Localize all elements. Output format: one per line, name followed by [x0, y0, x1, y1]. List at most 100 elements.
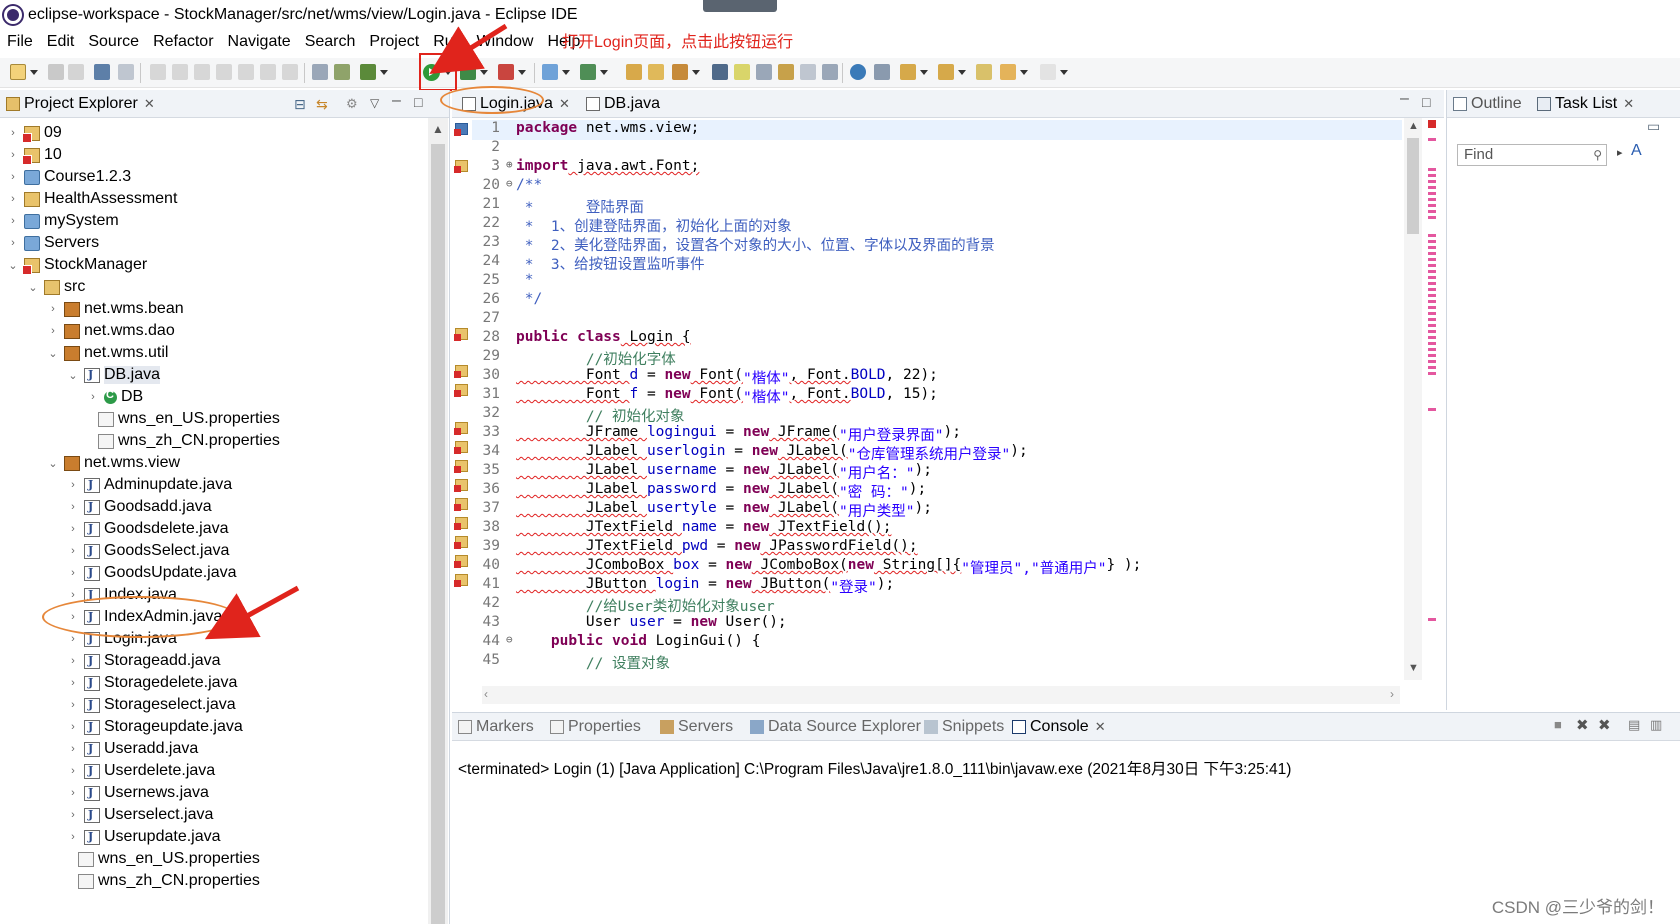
coverage-icon[interactable]	[334, 64, 350, 80]
close-icon[interactable]: ✕	[1623, 96, 1634, 112]
explorer-scrollbar[interactable]: ▲	[428, 118, 448, 924]
close-icon[interactable]: ✕	[1095, 719, 1106, 735]
expand-icon[interactable]: ›	[66, 523, 80, 535]
search-icon[interactable]: ⚲	[1593, 145, 1602, 165]
tree-item-java-file[interactable]: › GoodsSelect.java	[0, 540, 428, 562]
ruler-mark[interactable]	[1428, 300, 1436, 303]
ruler-mark[interactable]	[1428, 180, 1436, 183]
expand-icon[interactable]: ›	[46, 325, 60, 337]
last-edit-icon[interactable]	[976, 64, 992, 80]
expand-icon[interactable]: ›	[66, 765, 80, 777]
tree-item-db-class[interactable]: › DB	[0, 386, 428, 408]
run-coverage-icon[interactable]	[460, 64, 476, 80]
scrollbar-thumb[interactable]	[431, 144, 445, 924]
tree-item-servers[interactable]: › Servers	[0, 232, 428, 254]
tree-item-login-java[interactable]: ›Login.java	[0, 628, 428, 650]
step-over-icon[interactable]	[260, 64, 276, 80]
collapse-icon[interactable]: ⌄	[6, 259, 20, 272]
ruler-mark[interactable]	[1428, 258, 1436, 261]
ruler-mark[interactable]	[1428, 168, 1436, 171]
ruler-mark[interactable]	[1428, 246, 1436, 249]
tree-item-java-file[interactable]: › GoodsUpdate.java	[0, 562, 428, 584]
debug-icon[interactable]	[360, 64, 376, 80]
activate-link[interactable]: A	[1631, 142, 1642, 160]
new-icon[interactable]	[10, 64, 26, 80]
ruler-mark[interactable]	[1428, 174, 1436, 177]
ruler-mark[interactable]	[1428, 348, 1436, 351]
tab-markers[interactable]: Markers	[458, 718, 534, 736]
collapse-icon[interactable]: ⌄	[26, 281, 40, 294]
expand-icon[interactable]: ›	[66, 567, 80, 579]
overview-ruler[interactable]	[1422, 118, 1442, 678]
tree-item-10[interactable]: › 10	[0, 144, 428, 166]
expand-icon[interactable]: ›	[6, 127, 20, 139]
tree-item-package-bean[interactable]: › net.wms.bean	[0, 298, 428, 320]
tree-item-package-dao[interactable]: › net.wms.dao	[0, 320, 428, 342]
tree-item-package-util[interactable]: ⌄ net.wms.util	[0, 342, 428, 364]
expand-icon[interactable]: ›	[66, 809, 80, 821]
scroll-down-icon[interactable]: ▼	[1408, 662, 1419, 674]
new-dropdown-icon[interactable]	[30, 70, 38, 75]
new-task-icon[interactable]: ▭	[1647, 118, 1660, 135]
scroll-left-icon[interactable]: ‹	[484, 687, 488, 701]
expand-icon[interactable]: ›	[66, 721, 80, 733]
tree-item-java-file[interactable]: › Userselect.java	[0, 804, 428, 826]
scroll-right-icon[interactable]: ›	[1390, 687, 1394, 701]
expand-icon[interactable]: ›	[86, 391, 100, 403]
new-java-dropdown-icon[interactable]	[562, 70, 570, 75]
maximize-icon[interactable]: □	[414, 94, 422, 110]
disconnect-icon[interactable]	[216, 64, 232, 80]
expand-icon[interactable]: ›	[66, 743, 80, 755]
close-icon[interactable]: ✕	[144, 96, 155, 112]
error-marker-icon[interactable]	[454, 517, 468, 530]
expand-icon[interactable]: ›	[66, 831, 80, 843]
expand-icon[interactable]: ›	[66, 677, 80, 689]
menu-navigate[interactable]: Navigate	[228, 33, 291, 51]
open-folder-icon[interactable]	[648, 64, 664, 80]
tab-servers[interactable]: Servers	[660, 718, 733, 736]
tree-item-java-file[interactable]: › Adminupdate.java	[0, 474, 428, 496]
expand-icon[interactable]: ›	[6, 171, 20, 183]
tree-item-properties-en[interactable]: wns_en_US.properties	[0, 408, 428, 430]
error-marker-icon[interactable]	[454, 328, 468, 341]
ruler-mark[interactable]	[1428, 282, 1436, 285]
ruler-mark[interactable]	[1428, 360, 1436, 363]
ruler-mark[interactable]	[1428, 372, 1436, 375]
ruler-mark[interactable]	[1428, 192, 1436, 195]
filter-icon[interactable]: ⚙	[346, 96, 358, 112]
menu-window[interactable]: Window	[477, 33, 534, 51]
scrollbar-thumb[interactable]	[1407, 138, 1419, 234]
search-tools-icon[interactable]	[672, 64, 688, 80]
fold-expand-icon[interactable]: ⊕	[506, 158, 516, 178]
prev-annotation-icon[interactable]	[938, 64, 954, 80]
tree-item-properties-zh[interactable]: wns_zh_CN.properties	[0, 870, 428, 892]
menu-edit[interactable]: Edit	[47, 33, 75, 51]
expand-icon[interactable]: ›	[66, 479, 80, 491]
terminate-icon[interactable]: ■	[1554, 717, 1562, 732]
terminal-icon[interactable]	[94, 64, 110, 80]
clear-console-icon[interactable]: ▤	[1628, 717, 1640, 733]
ruler-mark[interactable]	[1428, 288, 1436, 291]
ruler-mark[interactable]	[1428, 618, 1436, 621]
scroll-up-icon[interactable]: ▲	[432, 122, 444, 136]
new-class-icon[interactable]	[580, 64, 596, 80]
expand-icon[interactable]: ›	[6, 149, 20, 161]
collapse-icon[interactable]: ⌄	[46, 457, 60, 470]
tree-item-java-file[interactable]: › Userupdate.java	[0, 826, 428, 848]
next-annotation-dropdown-icon[interactable]	[920, 70, 928, 75]
resume-icon[interactable]	[150, 64, 166, 80]
error-marker-icon[interactable]	[454, 384, 468, 397]
tab-properties[interactable]: Properties	[550, 718, 641, 736]
tab-project-explorer[interactable]: Project Explorer ✕	[6, 95, 155, 113]
warning-marker-icon[interactable]	[454, 123, 468, 136]
tree-item-java-file[interactable]: › Storagedelete.java	[0, 672, 428, 694]
ruler-mark[interactable]	[1428, 252, 1436, 255]
search-dropdown-icon[interactable]	[692, 70, 700, 75]
expand-icon[interactable]: ›	[66, 501, 80, 513]
expand-icon[interactable]: ›	[6, 237, 20, 249]
menu-file[interactable]: File	[7, 33, 33, 51]
forward-icon[interactable]	[1040, 64, 1056, 80]
block-select-icon[interactable]	[756, 64, 772, 80]
remove-launch-icon[interactable]: ✖	[1576, 716, 1589, 734]
scroll-lock-icon[interactable]: ▥	[1650, 717, 1662, 733]
